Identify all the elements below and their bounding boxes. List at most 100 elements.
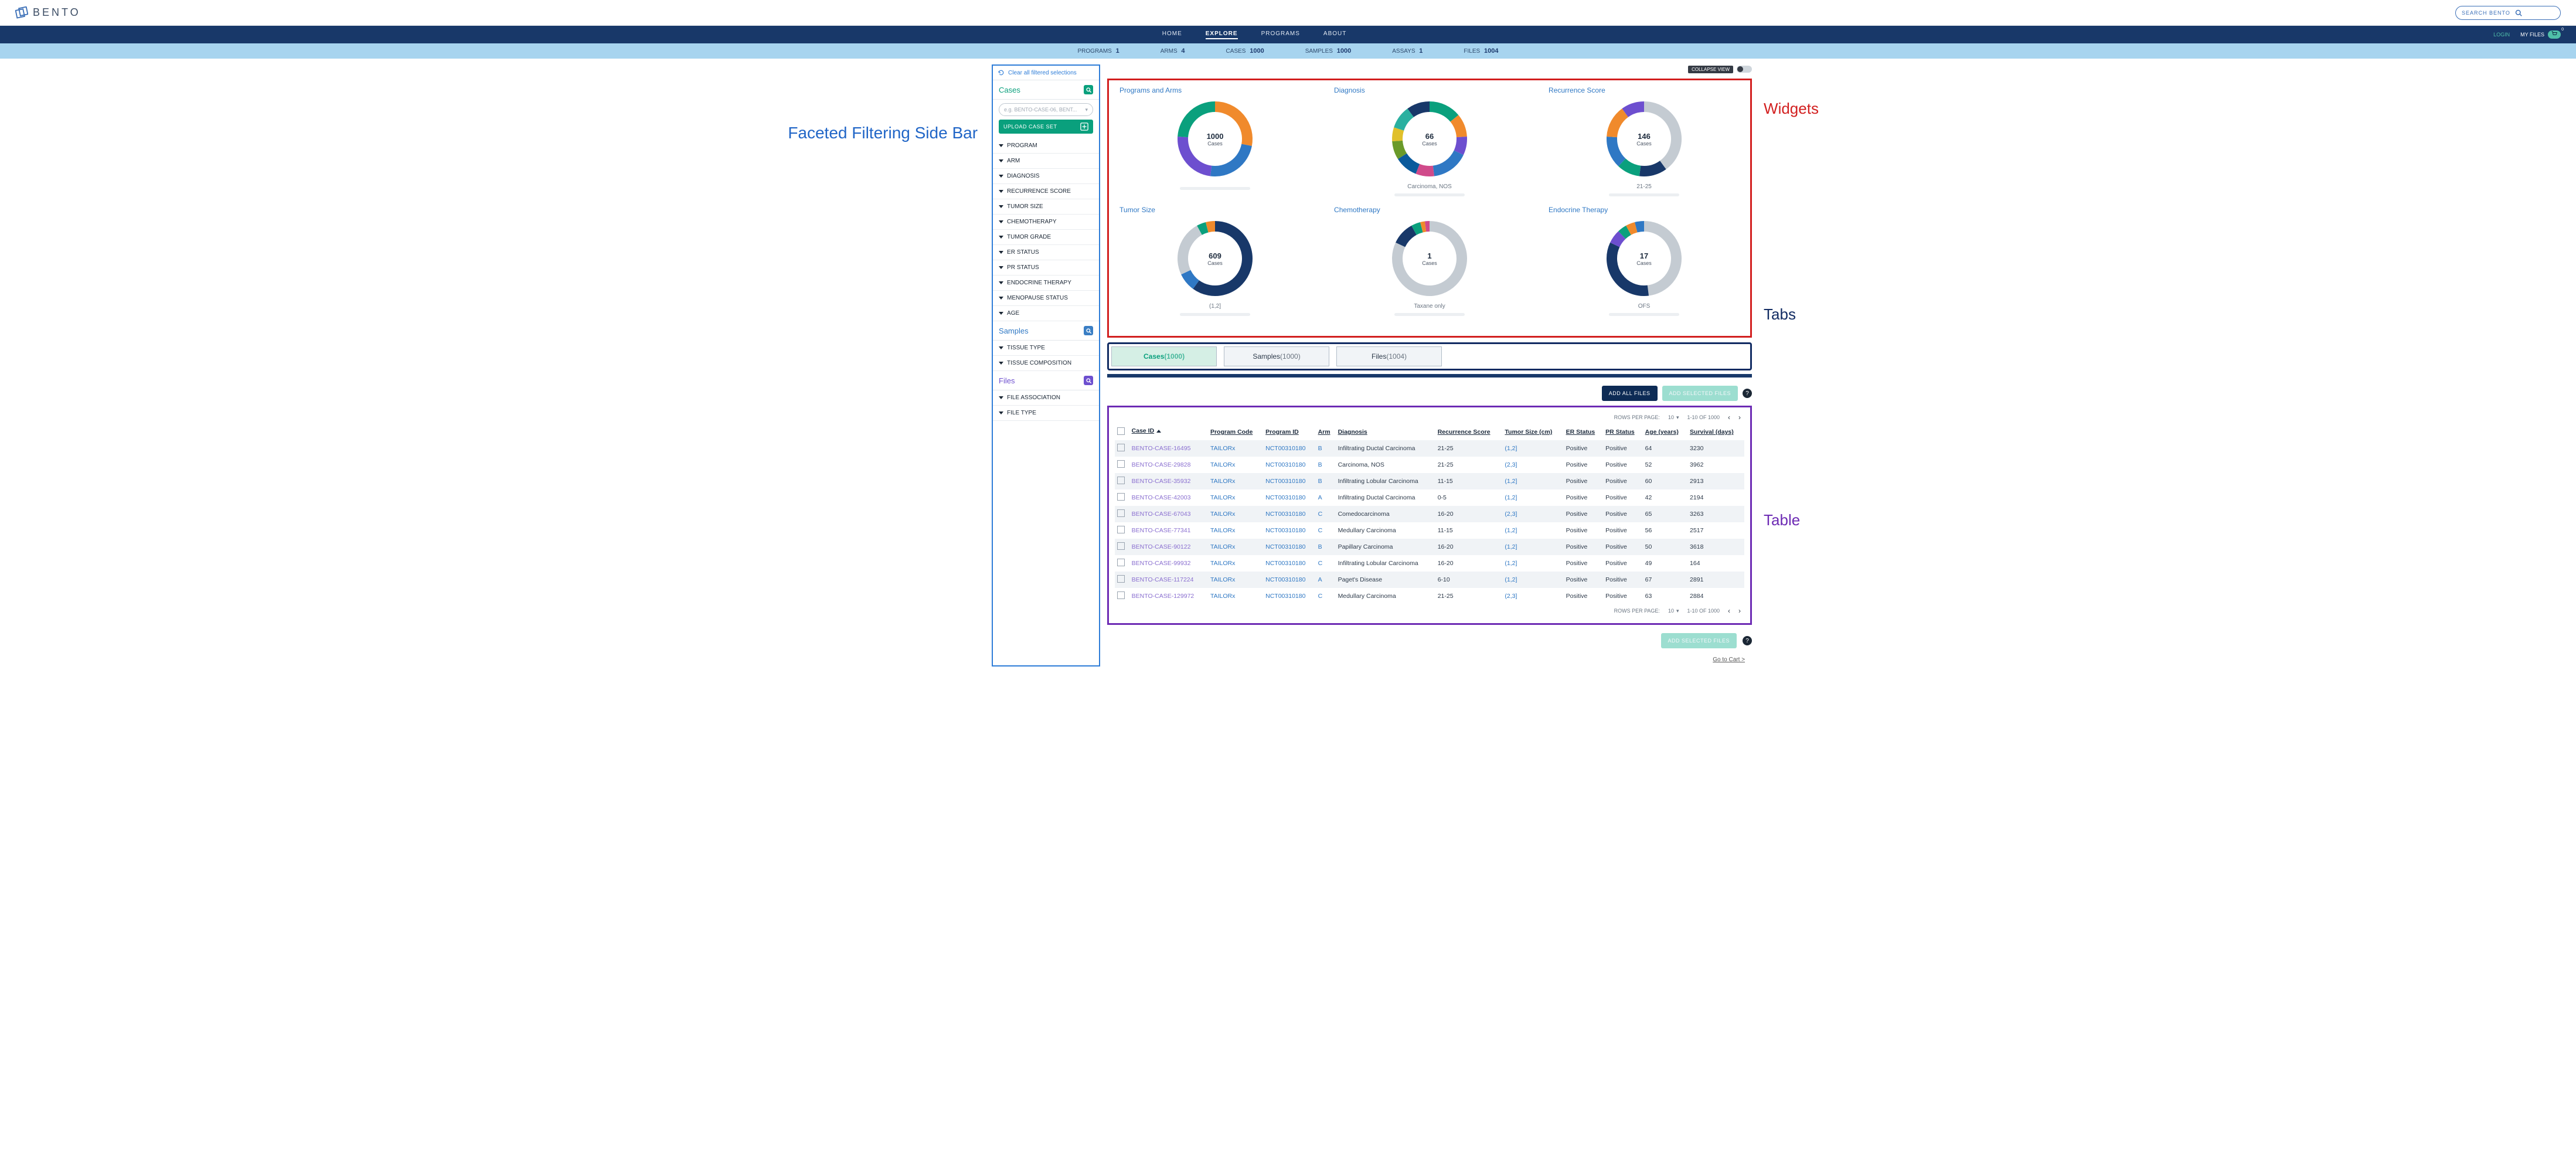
add-all-files-button[interactable]: ADD ALL FILES (1602, 386, 1658, 401)
program-id-link[interactable]: NCT00310180 (1263, 588, 1315, 604)
program-code-link[interactable]: TAILORx (1208, 539, 1263, 555)
facet-age[interactable]: AGE (993, 306, 1099, 321)
case-id-link[interactable]: BENTO-CASE-117224 (1129, 572, 1208, 588)
upload-case-set-button[interactable]: UPLOAD CASE SET (999, 120, 1093, 134)
arm-link[interactable]: A (1316, 489, 1336, 506)
clear-filters-button[interactable]: Clear all filtered selections (993, 66, 1099, 80)
program-code-link[interactable]: TAILORx (1208, 457, 1263, 473)
search-icon[interactable] (1084, 376, 1093, 385)
program-code-link[interactable]: TAILORx (1208, 522, 1263, 539)
program-id-link[interactable]: NCT00310180 (1263, 457, 1315, 473)
case-id-input[interactable]: e.g. BENTO-CASE-06, BENT...▾ (999, 103, 1093, 116)
row-checkbox[interactable] (1115, 473, 1129, 489)
case-id-link[interactable]: BENTO-CASE-42003 (1129, 489, 1208, 506)
facet-diagnosis[interactable]: DIAGNOSIS (993, 169, 1099, 184)
tumor-size-link[interactable]: (2,3] (1502, 506, 1563, 522)
search-icon[interactable] (1084, 326, 1093, 335)
tumor-size-link[interactable]: (1,2] (1502, 572, 1563, 588)
program-id-link[interactable]: NCT00310180 (1263, 555, 1315, 572)
arm-link[interactable]: C (1316, 555, 1336, 572)
column-diagnosis[interactable]: Diagnosis (1336, 424, 1435, 440)
case-id-link[interactable]: BENTO-CASE-129972 (1129, 588, 1208, 604)
row-checkbox[interactable] (1115, 539, 1129, 555)
tumor-size-link[interactable]: (1,2] (1502, 473, 1563, 489)
checkbox-header[interactable] (1115, 424, 1129, 440)
program-code-link[interactable]: TAILORx (1208, 506, 1263, 522)
go-to-cart-link[interactable]: Go to Cart > (1107, 653, 1752, 666)
facet-program[interactable]: PROGRAM (993, 138, 1099, 154)
arm-link[interactable]: B (1316, 539, 1336, 555)
donut-chart[interactable]: 66Cases (1389, 98, 1471, 180)
program-code-link[interactable]: TAILORx (1208, 555, 1263, 572)
nav-item-home[interactable]: HOME (1162, 30, 1182, 39)
program-id-link[interactable]: NCT00310180 (1263, 572, 1315, 588)
row-checkbox[interactable] (1115, 522, 1129, 539)
column-program-code[interactable]: Program Code (1208, 424, 1263, 440)
column-program-id[interactable]: Program ID (1263, 424, 1315, 440)
facet-er-status[interactable]: ER STATUS (993, 245, 1099, 260)
column-survival-days-[interactable]: Survival (days) (1687, 424, 1744, 440)
global-search-input[interactable]: SEARCH BENTO (2455, 6, 2561, 20)
facet-tissue-composition[interactable]: TISSUE COMPOSITION (993, 356, 1099, 371)
pager-prev-button[interactable]: ‹ (1728, 413, 1730, 421)
facet-endocrine-therapy[interactable]: ENDOCRINE THERAPY (993, 276, 1099, 291)
column-case-id[interactable]: Case ID (1129, 424, 1208, 438)
case-id-link[interactable]: BENTO-CASE-29828 (1129, 457, 1208, 473)
column-tumor-size-cm-[interactable]: Tumor Size (cm) (1502, 424, 1563, 440)
row-checkbox[interactable] (1115, 457, 1129, 473)
tumor-size-link[interactable]: (1,2] (1502, 440, 1563, 457)
arm-link[interactable]: B (1316, 457, 1336, 473)
login-link[interactable]: LOGIN (2493, 32, 2510, 38)
facet-chemotherapy[interactable]: CHEMOTHERAPY (993, 215, 1099, 230)
program-id-link[interactable]: NCT00310180 (1263, 440, 1315, 457)
my-files-link[interactable]: MY FILES 0 (2520, 30, 2561, 39)
column-pr-status[interactable]: PR Status (1603, 424, 1643, 440)
column-er-status[interactable]: ER Status (1564, 424, 1604, 440)
arm-link[interactable]: B (1316, 473, 1336, 489)
column-age-years-[interactable]: Age (years) (1643, 424, 1687, 440)
facet-tumor-size[interactable]: TUMOR SIZE (993, 199, 1099, 215)
add-selected-files-button-bottom[interactable]: ADD SELECTED FILES (1661, 633, 1737, 648)
arm-link[interactable]: C (1316, 588, 1336, 604)
nav-item-programs[interactable]: PROGRAMS (1261, 30, 1300, 39)
row-checkbox[interactable] (1115, 555, 1129, 572)
tumor-size-link[interactable]: (1,2] (1502, 555, 1563, 572)
widget-scrollbar[interactable] (1180, 313, 1250, 316)
facet-file-type[interactable]: FILE TYPE (993, 406, 1099, 421)
donut-chart[interactable]: 609Cases (1174, 217, 1256, 300)
tab-cases[interactable]: Cases (1000) (1111, 346, 1217, 366)
column-recurrence-score[interactable]: Recurrence Score (1435, 424, 1503, 440)
facet-recurrence-score[interactable]: RECURRENCE SCORE (993, 184, 1099, 199)
facet-tumor-grade[interactable]: TUMOR GRADE (993, 230, 1099, 245)
program-code-link[interactable]: TAILORx (1208, 489, 1263, 506)
tumor-size-link[interactable]: (2,3] (1502, 457, 1563, 473)
case-id-link[interactable]: BENTO-CASE-90122 (1129, 539, 1208, 555)
program-id-link[interactable]: NCT00310180 (1263, 539, 1315, 555)
arm-link[interactable]: C (1316, 506, 1336, 522)
program-code-link[interactable]: TAILORx (1208, 572, 1263, 588)
rows-per-page-select-bottom[interactable]: 10 ▾ (1668, 608, 1679, 614)
help-icon[interactable]: ? (1743, 389, 1752, 398)
program-code-link[interactable]: TAILORx (1208, 440, 1263, 457)
widget-scrollbar[interactable] (1180, 187, 1250, 190)
collapse-view-toggle[interactable] (1737, 66, 1752, 73)
facet-pr-status[interactable]: PR STATUS (993, 260, 1099, 276)
row-checkbox[interactable] (1115, 506, 1129, 522)
search-icon[interactable] (1084, 85, 1093, 94)
program-id-link[interactable]: NCT00310180 (1263, 489, 1315, 506)
case-id-link[interactable]: BENTO-CASE-35932 (1129, 473, 1208, 489)
tumor-size-link[interactable]: (1,2] (1502, 489, 1563, 506)
add-selected-files-button[interactable]: ADD SELECTED FILES (1662, 386, 1738, 401)
row-checkbox[interactable] (1115, 489, 1129, 506)
donut-chart[interactable]: 1000Cases (1174, 98, 1256, 180)
facet-tissue-type[interactable]: TISSUE TYPE (993, 341, 1099, 356)
donut-chart[interactable]: 17Cases (1603, 217, 1685, 300)
case-id-link[interactable]: BENTO-CASE-77341 (1129, 522, 1208, 539)
donut-chart[interactable]: 1Cases (1389, 217, 1471, 300)
program-id-link[interactable]: NCT00310180 (1263, 522, 1315, 539)
program-id-link[interactable]: NCT00310180 (1263, 506, 1315, 522)
widget-scrollbar[interactable] (1394, 193, 1465, 196)
pager-next-button[interactable]: › (1738, 607, 1741, 615)
tumor-size-link[interactable]: (1,2] (1502, 539, 1563, 555)
widget-scrollbar[interactable] (1609, 313, 1679, 316)
